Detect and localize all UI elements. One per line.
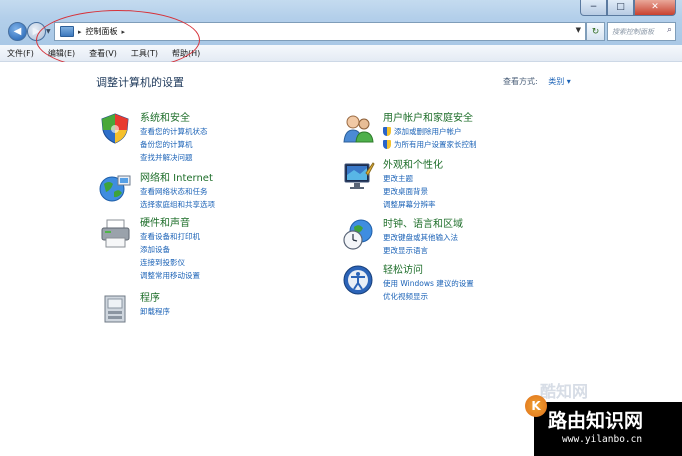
link-mobility-settings[interactable]: 调整常用移动设置 bbox=[140, 269, 200, 282]
link-change-keyboard[interactable]: 更改键盘或其他输入法 bbox=[383, 231, 463, 244]
link-windows-suggested-settings[interactable]: 使用 Windows 建议的设置 bbox=[383, 277, 474, 290]
minimize-button[interactable]: − bbox=[580, 0, 607, 16]
forward-button[interactable]: ▶ bbox=[27, 22, 46, 41]
control-panel-icon bbox=[60, 26, 74, 37]
link-devices-printers[interactable]: 查看设备和打印机 bbox=[140, 230, 200, 243]
link-backup-computer[interactable]: 备份您的计算机 bbox=[140, 138, 208, 151]
shield-flag-icon bbox=[101, 113, 129, 144]
refresh-button[interactable]: ↻ bbox=[586, 22, 605, 41]
menu-bar: 文件(F) 编辑(E) 查看(V) 工具(T) 帮助(H) bbox=[0, 45, 682, 62]
arrow-left-icon: ◀ bbox=[13, 26, 22, 37]
link-network-status[interactable]: 查看网络状态和任务 bbox=[140, 185, 215, 198]
page-title: 调整计算机的设置 bbox=[96, 76, 184, 89]
arrow-right-icon: ▶ bbox=[32, 26, 41, 37]
maximize-button[interactable]: □ bbox=[607, 0, 634, 16]
category-title[interactable]: 程序 bbox=[140, 292, 170, 305]
search-placeholder: 搜索控制面板 bbox=[612, 27, 654, 36]
printer-icon bbox=[101, 219, 130, 248]
category-title[interactable]: 硬件和声音 bbox=[140, 217, 200, 230]
address-bar[interactable]: ▸ 控制面板 ▸ ▼ bbox=[54, 22, 586, 41]
watermark-url: www.yilanbo.cn bbox=[562, 434, 643, 445]
uac-shield-icon bbox=[383, 127, 391, 136]
link-add-device[interactable]: 添加设备 bbox=[140, 243, 200, 256]
category-title[interactable]: 系统和安全 bbox=[140, 112, 208, 125]
window-chrome: − □ ✕ ◀ ▶ ▼ ▸ 控制面板 ▸ ▼ ↻ 搜索控制面板 ⌕ bbox=[0, 0, 682, 45]
link-view-computer-status[interactable]: 查看您的计算机状态 bbox=[140, 125, 208, 138]
link-connect-projector[interactable]: 连接到投影仪 bbox=[140, 256, 200, 269]
programs-icon bbox=[104, 295, 126, 323]
watermark-logo: 酷知网 bbox=[540, 382, 589, 401]
link-change-display-language[interactable]: 更改显示语言 bbox=[383, 244, 463, 257]
uac-shield-icon bbox=[383, 140, 391, 149]
category-title[interactable]: 外观和个性化 bbox=[383, 159, 443, 172]
link-desktop-background[interactable]: 更改桌面背景 bbox=[383, 185, 443, 198]
breadcrumb-separator-icon[interactable]: ▸ bbox=[78, 28, 82, 36]
category-title[interactable]: 时钟、语言和区域 bbox=[383, 218, 463, 231]
search-input[interactable]: 搜索控制面板 ⌕ bbox=[607, 22, 676, 41]
category-title[interactable]: 轻松访问 bbox=[383, 264, 474, 277]
menu-edit[interactable]: 编辑(E) bbox=[41, 48, 82, 59]
refresh-icon: ↻ bbox=[591, 26, 600, 37]
link-troubleshoot[interactable]: 查找并解决问题 bbox=[140, 151, 208, 164]
close-button[interactable]: ✕ bbox=[634, 0, 676, 16]
recent-pages-dropdown[interactable]: ▼ bbox=[46, 28, 51, 35]
view-by-control: 查看方式: 类别 ▾ bbox=[503, 76, 571, 87]
link-screen-resolution[interactable]: 调整屏幕分辨率 bbox=[383, 198, 443, 211]
search-icon[interactable]: ⌕ bbox=[667, 25, 672, 35]
link-optimize-video-display[interactable]: 优化视频显示 bbox=[383, 290, 474, 303]
menu-tools[interactable]: 工具(T) bbox=[124, 48, 165, 59]
link-homegroup-sharing[interactable]: 选择家庭组和共享选项 bbox=[140, 198, 215, 211]
back-button[interactable]: ◀ bbox=[8, 22, 27, 41]
clock-globe-icon bbox=[343, 219, 373, 250]
network-globe-icon bbox=[99, 175, 131, 202]
view-by-label: 查看方式: bbox=[503, 77, 538, 86]
watermark-badge-icon: K bbox=[525, 395, 547, 417]
menu-file[interactable]: 文件(F) bbox=[0, 48, 41, 59]
menu-view[interactable]: 查看(V) bbox=[82, 48, 124, 59]
link-add-remove-accounts[interactable]: 添加或删除用户帐户 bbox=[383, 125, 477, 138]
category-title[interactable]: 网络和 Internet bbox=[140, 172, 215, 185]
watermark-banner: 路由知识网 www.yilanbo.cn bbox=[534, 402, 682, 456]
navigation-bar: ◀ ▶ ▼ ▸ 控制面板 ▸ ▼ ↻ 搜索控制面板 ⌕ bbox=[0, 20, 682, 42]
category-title[interactable]: 用户帐户和家庭安全 bbox=[383, 112, 477, 125]
breadcrumb-control-panel[interactable]: 控制面板 bbox=[86, 26, 118, 37]
ease-of-access-icon bbox=[343, 265, 373, 295]
address-dropdown-icon[interactable]: ▼ bbox=[576, 26, 581, 34]
menu-help[interactable]: 帮助(H) bbox=[165, 48, 207, 59]
watermark-title: 路由知识网 bbox=[548, 410, 644, 432]
link-change-theme[interactable]: 更改主题 bbox=[383, 172, 443, 185]
link-uninstall-program[interactable]: 卸载程序 bbox=[140, 305, 170, 318]
link-parental-controls[interactable]: 为所有用户设置家长控制 bbox=[383, 138, 477, 151]
appearance-monitor-icon bbox=[344, 162, 375, 189]
view-by-dropdown[interactable]: 类别 ▾ bbox=[548, 77, 571, 86]
window-controls: − □ ✕ bbox=[580, 0, 676, 16]
users-icon bbox=[343, 115, 374, 143]
breadcrumb-chevron-icon[interactable]: ▸ bbox=[122, 28, 126, 36]
